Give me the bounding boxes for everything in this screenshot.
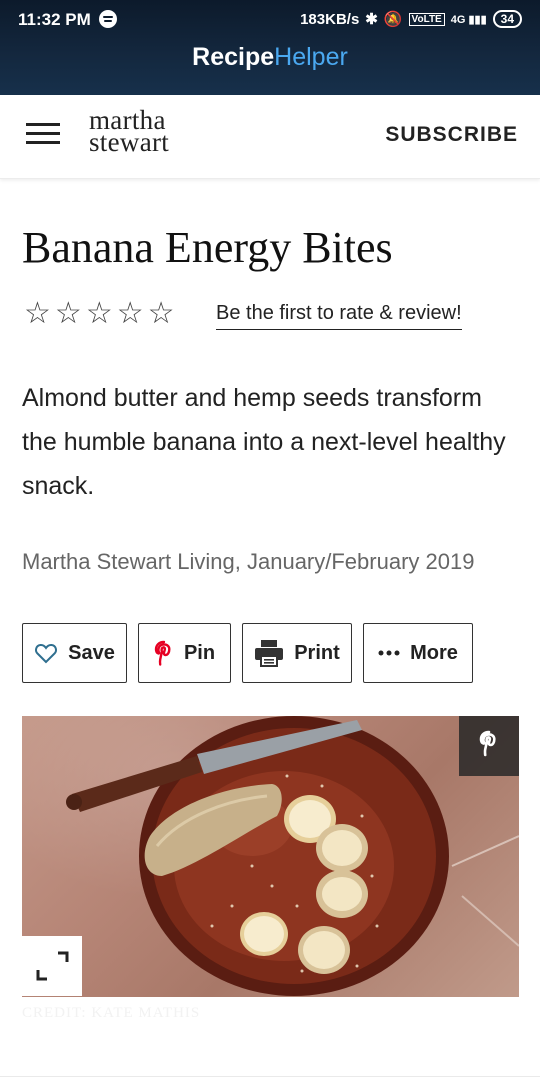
star-icon[interactable]: ☆ xyxy=(24,298,51,330)
battery-level: 34 xyxy=(500,12,514,26)
heart-icon xyxy=(34,642,58,664)
save-button[interactable]: Save xyxy=(22,623,127,683)
app-brand-part2: Helper xyxy=(274,43,348,71)
expand-icon xyxy=(22,951,82,1000)
recipe-photo-illustration xyxy=(66,716,519,996)
menu-icon[interactable] xyxy=(26,121,60,147)
dots-icon xyxy=(378,650,400,656)
rating-stars[interactable]: ☆ ☆ ☆ ☆ ☆ xyxy=(24,298,175,330)
spotify-icon xyxy=(99,10,117,28)
app-brand-part1: Recipe xyxy=(192,43,275,71)
page-title: Banana Energy Bites xyxy=(22,223,393,272)
status-right: 183KB/s ✱ 🔕 VoLTE 4G ▮▮▮ 34 xyxy=(300,10,522,28)
action-buttons: Save Pin Print More xyxy=(22,623,522,683)
mute-bell-icon: 🔕 xyxy=(383,11,403,28)
pinterest-icon xyxy=(154,640,174,666)
pin-label: Pin xyxy=(183,641,216,664)
star-icon[interactable]: ☆ xyxy=(86,298,113,330)
expand-image-button[interactable] xyxy=(22,936,82,996)
image-pin-button[interactable] xyxy=(459,716,519,776)
app-topbar: 11:32 PM 183KB/s ✱ 🔕 VoLTE 4G ▮▮▮ 34 Rec… xyxy=(0,0,540,95)
bluetooth-icon: ✱ xyxy=(365,11,378,28)
more-button[interactable]: More xyxy=(363,623,473,683)
battery-icon: 34 xyxy=(492,10,522,28)
divider xyxy=(0,1076,540,1077)
recipe-source: Martha Stewart Living, January/February … xyxy=(22,549,475,574)
printer-icon xyxy=(254,639,284,667)
image-credit: CREDIT: KATE MATHIS xyxy=(22,1005,201,1021)
logo-line2: stewart xyxy=(89,127,170,157)
volte-icon: VoLTE xyxy=(408,12,445,26)
network-speed: 183KB/s xyxy=(300,10,360,28)
network-type: 4G xyxy=(450,13,466,26)
print-button[interactable]: Print xyxy=(242,623,352,683)
recipe-image[interactable] xyxy=(22,716,519,997)
star-icon[interactable]: ☆ xyxy=(55,298,82,330)
save-label: Save xyxy=(68,641,115,664)
pinterest-icon xyxy=(479,730,499,763)
recipe-description: Almond butter and hemp seeds transform t… xyxy=(22,384,506,500)
pin-button[interactable]: Pin xyxy=(138,623,231,683)
star-icon[interactable]: ☆ xyxy=(148,298,175,330)
site-header: martha stewart SUBSCRIBE xyxy=(0,95,540,179)
subscribe-link[interactable]: SUBSCRIBE xyxy=(385,123,518,147)
more-label: More xyxy=(410,641,458,664)
status-time: 11:32 PM xyxy=(18,10,91,29)
app-brand: RecipeHelper xyxy=(192,43,348,72)
star-icon[interactable]: ☆ xyxy=(117,298,144,330)
site-logo[interactable]: martha stewart xyxy=(89,107,170,157)
signal-icon: 4G ▮▮▮ xyxy=(450,13,487,26)
status-bar: 11:32 PM 183KB/s ✱ 🔕 VoLTE 4G ▮▮▮ 34 xyxy=(0,0,540,38)
print-label: Print xyxy=(294,641,340,664)
app-brand-bar: RecipeHelper xyxy=(0,38,540,95)
rate-review-link[interactable]: Be the first to rate & review! xyxy=(216,302,462,330)
